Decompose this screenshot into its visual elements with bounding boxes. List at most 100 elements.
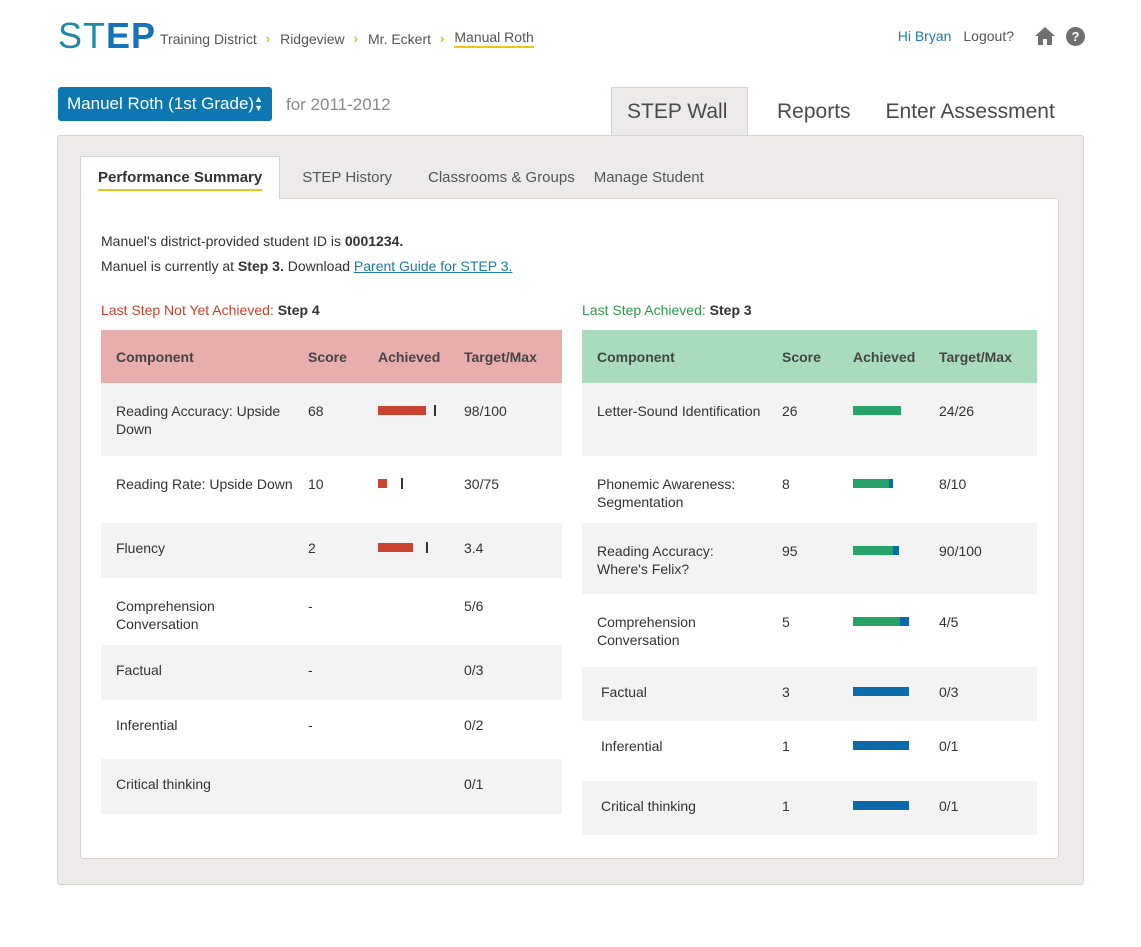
header-achieved: Achieved bbox=[853, 348, 916, 365]
student-select[interactable]: Manuel Roth (1st Grade) ▲ ▼ bbox=[58, 87, 272, 121]
tab-performance-summary-label: Performance Summary bbox=[98, 169, 263, 191]
achieved-bar bbox=[363, 716, 449, 759]
component-name: Reading Accuracy: Upside Down bbox=[116, 403, 281, 437]
component-name: Phonemic Awareness: Segmentation bbox=[597, 476, 736, 510]
progress-bar bbox=[378, 478, 449, 489]
step-logo[interactable]: STEP bbox=[58, 18, 156, 54]
breadcrumb-district[interactable]: Training District bbox=[160, 31, 257, 47]
score-value: 10 bbox=[308, 476, 324, 492]
home-icon[interactable] bbox=[1034, 26, 1056, 46]
table-row: Reading Accuracy: Where's Felix? 95 90/100 bbox=[582, 523, 1037, 594]
achieved-bar bbox=[363, 775, 449, 814]
not-achieved-label: Last Step Not Yet Achieved: Step 4 bbox=[101, 302, 320, 318]
breadcrumb-teacher[interactable]: Mr. Eckert bbox=[368, 31, 431, 47]
component-name: Reading Rate: Upside Down bbox=[116, 476, 293, 492]
score-value: 3 bbox=[782, 684, 790, 700]
score-value: 68 bbox=[308, 403, 324, 419]
achieved-label-text: Last Step Achieved: bbox=[582, 302, 706, 318]
score-value: 8 bbox=[782, 476, 790, 492]
target-marker bbox=[426, 542, 428, 553]
achieved-bar bbox=[838, 737, 924, 781]
achieved-table: Component Score Achieved Target/Max Lett… bbox=[582, 330, 1037, 835]
achieved-bar bbox=[363, 661, 449, 700]
table-row: Factual - 0/3 bbox=[101, 645, 562, 700]
tab-step-wall[interactable]: STEP Wall bbox=[611, 87, 748, 136]
download-text: Download bbox=[283, 258, 354, 274]
component-name: Inferential bbox=[601, 738, 663, 754]
score-value: - bbox=[308, 662, 313, 678]
achieved-label: Last Step Achieved: Step 3 bbox=[582, 302, 752, 318]
current-step-line: Manuel is currently at Step 3. Download … bbox=[101, 258, 512, 274]
score-bar-fill bbox=[378, 479, 387, 488]
exceeded-bar-fill bbox=[853, 741, 909, 750]
tab-enter-assessment[interactable]: Enter Assessment bbox=[871, 87, 1070, 136]
progress-bar bbox=[853, 741, 924, 751]
progress-bar bbox=[853, 801, 924, 811]
progress-bar bbox=[378, 405, 449, 416]
progress-bar bbox=[378, 542, 449, 553]
table-row: Critical thinking 0/1 bbox=[101, 759, 562, 814]
score-value: - bbox=[308, 717, 313, 733]
student-id-value: 0001234. bbox=[344, 233, 404, 249]
target-marker bbox=[434, 405, 436, 416]
table-row: Reading Accuracy: Upside Down 68 98/100 bbox=[101, 383, 562, 456]
table-row: Reading Rate: Upside Down 10 30/75 bbox=[101, 456, 562, 523]
tab-step-history[interactable]: STEP History bbox=[280, 156, 410, 199]
achieved-bar bbox=[363, 539, 449, 578]
achieved-bar-fill bbox=[853, 546, 893, 555]
achieved-bar bbox=[838, 402, 924, 456]
component-name: Critical thinking bbox=[116, 776, 211, 792]
score-value: 1 bbox=[782, 738, 790, 754]
score-value: 95 bbox=[782, 543, 798, 559]
breadcrumb-school[interactable]: Ridgeview bbox=[280, 31, 345, 47]
tab-performance-summary[interactable]: Performance Summary bbox=[80, 156, 281, 199]
target-value: 30/75 bbox=[464, 476, 500, 492]
table-row: Phonemic Awareness: Segmentation 8 8/10 bbox=[582, 456, 1037, 523]
score-bar-fill bbox=[378, 543, 413, 552]
table-header: Component Score Achieved Target/Max bbox=[101, 330, 562, 383]
table-row: Factual 3 0/3 bbox=[582, 667, 1037, 721]
header-score: Score bbox=[308, 348, 347, 365]
score-value: 2 bbox=[308, 540, 316, 556]
component-name: Factual bbox=[116, 662, 162, 678]
component-name: Critical thinking bbox=[601, 798, 696, 814]
exceeded-bar-fill bbox=[853, 801, 909, 810]
exceeded-bar-fill bbox=[893, 546, 899, 555]
table-row: Comprehension Conversation - 5/6 bbox=[101, 578, 562, 645]
tab-manage-student[interactable]: Manage Student bbox=[593, 156, 722, 199]
target-value: 3.4 bbox=[464, 540, 484, 556]
chevron-right-icon: › bbox=[265, 31, 271, 46]
progress-bar bbox=[853, 479, 924, 489]
target-value: 4/5 bbox=[939, 614, 959, 630]
parent-guide-link[interactable]: Parent Guide for STEP 3. bbox=[354, 258, 513, 274]
achieved-bar bbox=[838, 542, 924, 594]
target-value: 0/1 bbox=[464, 776, 484, 792]
target-value: 0/3 bbox=[939, 684, 959, 700]
target-value: 0/2 bbox=[464, 717, 484, 733]
table-row: Inferential - 0/2 bbox=[101, 700, 562, 759]
table-row: Comprehension Conversation 5 4/5 bbox=[582, 594, 1037, 667]
logout-link[interactable]: Logout? bbox=[963, 28, 1014, 44]
select-arrows-icon: ▲ ▼ bbox=[254, 94, 263, 113]
component-name: Factual bbox=[601, 684, 647, 700]
score-bar-fill bbox=[378, 406, 426, 415]
achieved-bar-fill bbox=[853, 617, 900, 626]
help-icon[interactable]: ? bbox=[1066, 26, 1085, 46]
table-row: Fluency 2 3.4 bbox=[101, 523, 562, 578]
header-score: Score bbox=[782, 348, 821, 365]
tab-reports[interactable]: Reports bbox=[762, 87, 866, 136]
logo-st: ST bbox=[58, 15, 107, 56]
component-name: Letter-Sound Identification bbox=[597, 403, 761, 419]
component-name: Comprehension Conversation bbox=[116, 598, 215, 632]
target-value: 5/6 bbox=[464, 598, 484, 614]
achieved-bar bbox=[363, 402, 449, 456]
current-step-text: Manuel is currently at bbox=[101, 258, 238, 274]
target-value: 8/10 bbox=[939, 476, 967, 492]
exceeded-bar-fill bbox=[889, 479, 893, 488]
student-id-line: Manuel's district-provided student ID is… bbox=[101, 233, 403, 249]
breadcrumb: Training District › Ridgeview › Mr. Ecke… bbox=[160, 29, 534, 48]
score-value: 1 bbox=[782, 798, 790, 814]
tab-classrooms-groups[interactable]: Classrooms & Groups bbox=[410, 156, 593, 199]
achieved-bar bbox=[838, 797, 924, 835]
user-greeting[interactable]: Hi Bryan bbox=[898, 28, 952, 44]
